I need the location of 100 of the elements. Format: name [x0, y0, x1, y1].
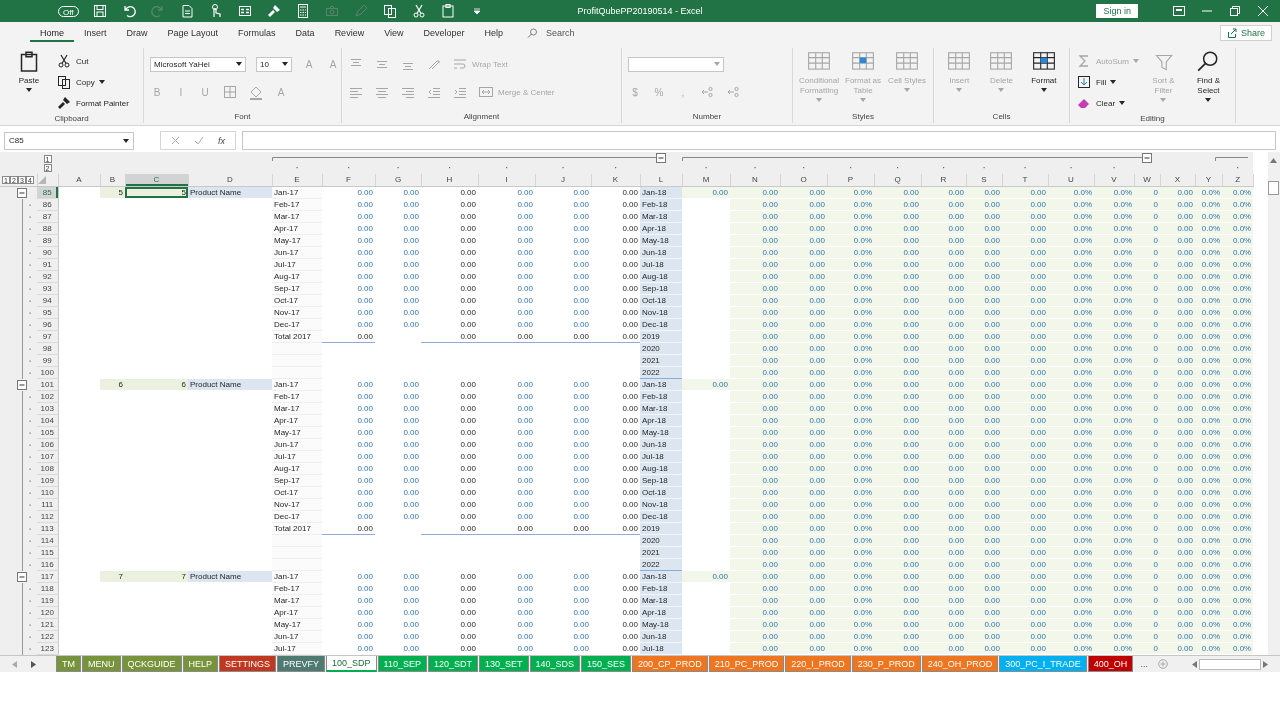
- ribbon-tab[interactable]: Draw: [116, 24, 158, 42]
- dropdown-field[interactable]: Microsoft YaHei: [150, 56, 246, 72]
- group-label: Number: [691, 112, 723, 123]
- sheet-tab[interactable]: 400_OH: [1087, 656, 1134, 672]
- column-header[interactable]: N: [730, 174, 780, 186]
- insert-function-button[interactable]: fx: [218, 135, 225, 146]
- table-cell: 0.00: [322, 426, 375, 439]
- table-cell: 0.00: [535, 378, 591, 391]
- column-header[interactable]: B: [100, 174, 125, 186]
- ribbon-button[interactable]: Cut: [56, 52, 129, 70]
- table-cell: 0.00: [375, 582, 421, 595]
- table-cell: 0.00: [322, 594, 375, 607]
- table-cell: 0.00: [478, 258, 535, 271]
- column-header[interactable]: Y: [1195, 174, 1222, 186]
- table-cell: 0.00: [375, 498, 421, 511]
- ribbon-button[interactable]: Format Painter: [56, 94, 129, 112]
- ribbon-button[interactable]: Copy: [56, 73, 129, 91]
- table-cell: 0.00: [375, 318, 421, 331]
- column-header[interactable]: P: [827, 174, 874, 186]
- sheet-tab[interactable]: 100_SDP: [326, 656, 377, 672]
- table-cell: 0.00: [375, 198, 421, 211]
- name-box[interactable]: C85: [4, 131, 134, 150]
- ribbon-button[interactable]: Format: [1024, 50, 1063, 92]
- table-cell: 0.00: [375, 402, 421, 415]
- sheet-tab[interactable]: SETTINGS: [219, 656, 277, 672]
- table-cell: 0.00: [478, 282, 535, 295]
- ribbon-button[interactable]: Fill: [1076, 73, 1139, 91]
- column-header[interactable]: X: [1160, 174, 1195, 186]
- column-header[interactable]: F: [322, 174, 375, 186]
- group-label: Styles: [851, 112, 875, 123]
- ribbon-button[interactable]: Find & Select: [1187, 50, 1229, 102]
- column-header[interactable]: Z: [1222, 174, 1254, 186]
- ribbon-tab[interactable]: Insert: [74, 24, 117, 42]
- column-header[interactable]: M: [682, 174, 730, 186]
- table-cell: 0.00: [535, 390, 591, 403]
- share-button[interactable]: Share: [1219, 25, 1272, 41]
- table-cell: 0.00: [322, 378, 375, 391]
- column-header[interactable]: O: [780, 174, 827, 186]
- table-cell: 0.00: [421, 510, 478, 523]
- ribbon-button[interactable]: Paste: [6, 50, 52, 92]
- column-header[interactable]: C: [125, 174, 188, 186]
- table-cell: 0.00: [478, 294, 535, 307]
- table-cell: 0.00: [535, 294, 591, 307]
- group-label: Font: [233, 112, 252, 123]
- table-cell: 0.00: [421, 618, 478, 631]
- ribbon-tab[interactable]: Home: [30, 24, 74, 42]
- ribbon-button[interactable]: Clear: [1076, 94, 1139, 112]
- sheet-tab[interactable]: PREVFY: [277, 656, 326, 672]
- ribbon-tab[interactable]: Review: [324, 24, 375, 42]
- column-header[interactable]: U: [1048, 174, 1094, 186]
- table-cell: 0.00: [478, 414, 535, 427]
- table-cell: 0.00: [421, 642, 478, 655]
- table-cell: 0.00: [478, 198, 535, 211]
- column-header[interactable]: S: [966, 174, 1002, 186]
- column-header[interactable]: W: [1134, 174, 1160, 186]
- ribbon-tab[interactable]: Data: [285, 24, 325, 42]
- column-header[interactable]: R: [921, 174, 966, 186]
- column-header[interactable]: I: [478, 174, 535, 186]
- table-cell: 0.00: [535, 330, 591, 343]
- column-header[interactable]: A: [58, 174, 100, 186]
- ribbon-tab[interactable]: Formulas: [228, 24, 286, 42]
- table-cell: 0.00: [375, 630, 421, 643]
- table-cell: 0.00: [478, 246, 535, 259]
- table-cell: 0.00: [535, 306, 591, 319]
- column-header[interactable]: H: [421, 174, 478, 186]
- table-cell: 0.00: [535, 234, 591, 247]
- ribbon-tab[interactable]: Developer: [413, 24, 475, 42]
- table-cell: 0.00: [375, 474, 421, 487]
- dropdown-field[interactable]: 10: [256, 56, 292, 72]
- table-cell: 0.00: [322, 606, 375, 619]
- search-field[interactable]: Search: [544, 27, 609, 39]
- column-header[interactable]: J: [535, 174, 591, 186]
- table-cell: 0.00: [535, 210, 591, 223]
- table-cell: 0.00: [421, 414, 478, 427]
- table-cell: 0.00: [478, 642, 535, 655]
- ribbon-tab[interactable]: Help: [474, 24, 514, 42]
- ribbon-tab[interactable]: Page Layout: [157, 24, 229, 42]
- table-cell: 0.00: [478, 390, 535, 403]
- column-header[interactable]: K: [591, 174, 640, 186]
- column-header[interactable]: Q: [874, 174, 921, 186]
- table-cell: 0.00: [535, 630, 591, 643]
- table-cell: 0.00: [478, 222, 535, 235]
- more-tabs-button[interactable]: ...: [1134, 656, 1154, 672]
- table-cell: 0.00: [535, 270, 591, 283]
- table-cell: 0.00: [535, 522, 591, 535]
- table-cell: 0.00: [535, 246, 591, 259]
- table-cell: 0.00: [421, 306, 478, 319]
- table-cell: 0.00: [535, 222, 591, 235]
- column-header[interactable]: D: [188, 174, 272, 186]
- table-cell: 0.00: [421, 402, 478, 415]
- table-cell: 0.00: [478, 402, 535, 415]
- column-header[interactable]: E: [272, 174, 322, 186]
- column-header[interactable]: V: [1094, 174, 1134, 186]
- table-cell: 0.00: [535, 426, 591, 439]
- column-header[interactable]: L: [640, 174, 682, 186]
- column-header[interactable]: G: [375, 174, 421, 186]
- ribbon-tab[interactable]: View: [374, 24, 414, 42]
- column-header[interactable]: T: [1002, 174, 1048, 186]
- table-cell: 0.00: [478, 438, 535, 451]
- sign-in-button[interactable]: Sign in: [1096, 4, 1138, 18]
